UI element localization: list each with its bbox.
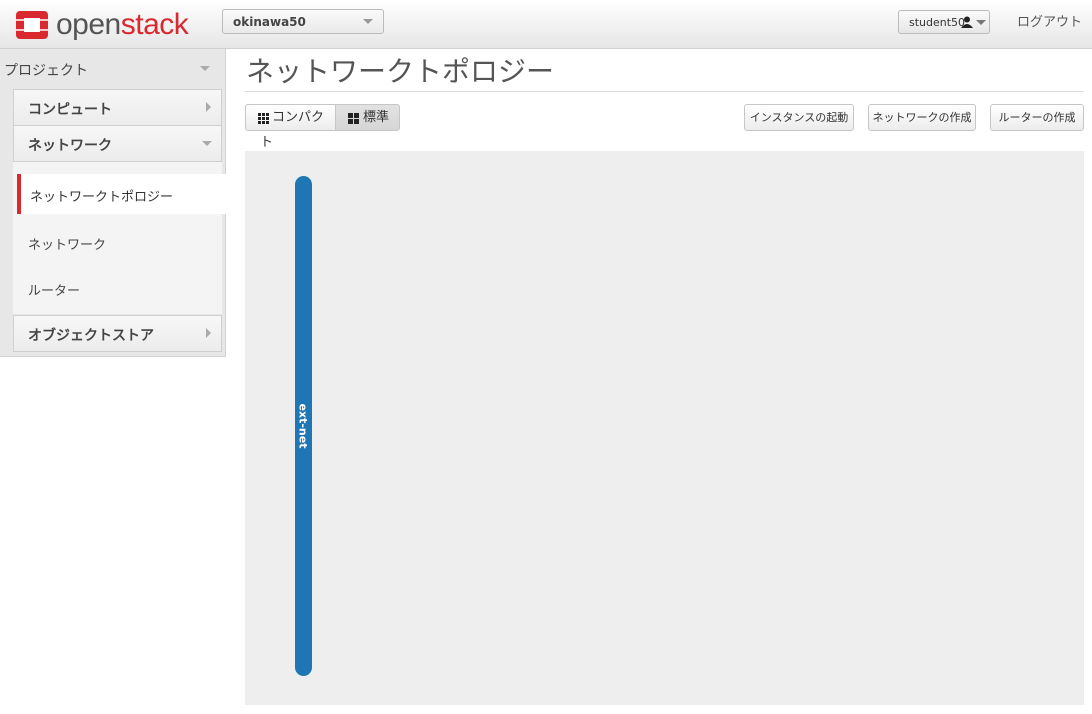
sidebar-group-object-store[interactable]: オブジェクトストア — [13, 315, 222, 352]
sidebar-group-label: ネットワーク — [28, 138, 112, 154]
network-label: ext-net — [296, 403, 310, 449]
standard-view-button[interactable]: 標準 — [335, 104, 400, 131]
logo-open: open — [56, 8, 121, 41]
launch-instance-button[interactable]: インスタンスの起動 — [744, 104, 854, 131]
create-network-button[interactable]: ネットワークの作成 — [868, 104, 976, 131]
chevron-down-icon — [363, 19, 373, 24]
standard-view-label: 標準 — [363, 110, 390, 125]
chevron-right-icon — [206, 102, 211, 112]
sidebar-group-label: オブジェクトストア — [28, 328, 154, 344]
topology-canvas: ext-net — [245, 151, 1084, 705]
grid-large-icon — [348, 113, 359, 124]
sidebar-item-routers[interactable]: ルーター — [28, 280, 80, 299]
project-name: okinawa50 — [233, 15, 306, 29]
sidebar-item-networks[interactable]: ネットワーク — [28, 234, 106, 253]
chevron-right-icon — [206, 328, 211, 338]
project-selector[interactable]: okinawa50 — [222, 9, 384, 34]
logo-stack: stack — [120, 8, 189, 41]
title-divider — [245, 91, 1084, 92]
username: student50 — [909, 16, 966, 29]
user-icon — [961, 16, 973, 31]
chevron-down-icon — [202, 141, 212, 146]
sidebar-group-network[interactable]: ネットワーク — [13, 125, 222, 162]
logout-link[interactable]: ログアウト — [1017, 11, 1082, 30]
page-title: ネットワークトポロジー — [246, 55, 555, 88]
user-menu-button[interactable]: student50 — [898, 10, 990, 34]
openstack-logo-icon — [12, 8, 52, 42]
grid-small-icon — [258, 113, 269, 124]
sidebar-project-label: プロジェクト — [4, 63, 88, 79]
sidebar-group-label: コンピュート — [28, 102, 112, 118]
logo-wordmark: openstack — [56, 8, 189, 42]
sidebar-project-dashboard[interactable]: プロジェクト — [0, 49, 222, 87]
create-router-button[interactable]: ルーターの作成 — [990, 104, 1084, 131]
sidebar-group-compute[interactable]: コンピュート — [13, 89, 222, 126]
chevron-down-icon — [200, 66, 210, 71]
openstack-logo[interactable]: openstack — [12, 8, 189, 42]
compact-view-label: コンパクト — [260, 110, 325, 150]
compact-view-button[interactable]: コンパクト — [245, 104, 336, 150]
chevron-down-icon — [976, 20, 986, 25]
network-bar-ext-net[interactable]: ext-net — [295, 176, 312, 676]
sidebar-item-network-topology[interactable]: ネットワークトポロジー — [17, 174, 228, 214]
top-bar: openstack okinawa50 student50 ログアウト — [0, 0, 1092, 49]
